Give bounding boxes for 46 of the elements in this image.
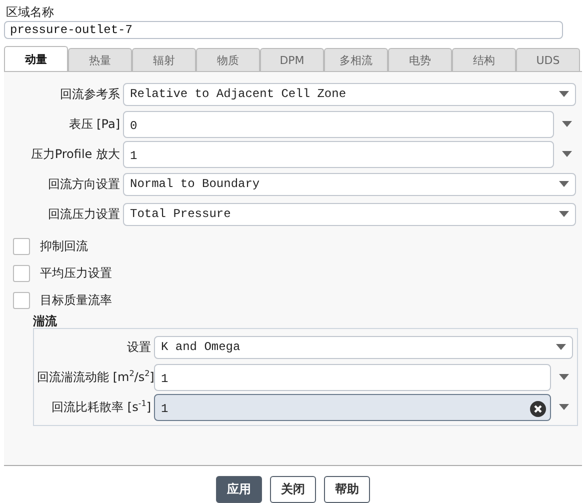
field-label: 回流比耗散率 [s$^{-1}$] xyxy=(50,398,151,416)
field-label: 压力Profile 放大 xyxy=(30,146,120,162)
dropdown-arrow-icon[interactable] xyxy=(559,374,569,380)
dialog-button[interactable]: 应用 xyxy=(216,476,262,503)
input-field[interactable]: 1 xyxy=(154,364,551,390)
dropdown-arrow-icon[interactable] xyxy=(559,211,569,217)
group-title: 湍流 xyxy=(33,314,58,328)
checkbox-label: 抑制回流 xyxy=(40,238,88,255)
input-field[interactable]: 0 xyxy=(123,110,554,138)
dropdown-arrow-icon[interactable] xyxy=(562,151,572,157)
tab[interactable]: 辐射 xyxy=(132,48,196,71)
tab[interactable]: 结构 xyxy=(452,48,516,71)
checkbox[interactable] xyxy=(13,292,30,309)
tab[interactable]: 动量 xyxy=(4,46,68,71)
tab[interactable]: 电势 xyxy=(388,48,452,71)
input-field[interactable]: 1 xyxy=(154,394,551,420)
dropdown-arrow-icon[interactable] xyxy=(562,121,572,127)
input-field[interactable]: 1 xyxy=(123,140,554,168)
field-label: 表压 [Pa] xyxy=(68,116,120,132)
dropdown-arrow-icon[interactable] xyxy=(559,181,569,187)
zone-name-field[interactable]: pressure-outlet-7 xyxy=(4,21,563,39)
tab[interactable]: DPM xyxy=(260,48,324,71)
checkbox[interactable] xyxy=(13,238,30,255)
dropdown-arrow-icon[interactable] xyxy=(559,404,569,410)
field-label: 回流参考系 xyxy=(59,86,120,102)
checkbox-label: 平均压力设置 xyxy=(40,265,112,282)
checkbox[interactable] xyxy=(13,265,30,282)
tab[interactable]: 物质 xyxy=(196,48,260,71)
dropdown[interactable]: Normal to Boundary xyxy=(123,172,576,196)
dialog-button[interactable]: 关闭 xyxy=(270,476,316,503)
dropdown-arrow-icon[interactable] xyxy=(556,344,566,350)
clear-icon[interactable] xyxy=(530,400,546,416)
field-label: 设置 xyxy=(126,338,151,356)
dropdown[interactable]: Relative to Adjacent Cell Zone xyxy=(123,82,576,106)
zone-name-label: 区域名称 xyxy=(6,4,55,20)
tab[interactable]: UDS xyxy=(516,48,580,71)
dropdown[interactable]: Total Pressure xyxy=(123,202,576,226)
field-label: 回流湍流动能 [m$^{2}$/s$^{2}$] xyxy=(37,368,151,386)
checkbox-label: 目标质量流率 xyxy=(40,292,112,309)
field-label: 回流方向设置 xyxy=(47,176,120,192)
dialog-button[interactable]: 帮助 xyxy=(324,476,370,503)
dropdown[interactable]: K and Omega xyxy=(154,336,573,358)
tab[interactable]: 热量 xyxy=(68,48,132,71)
dropdown-arrow-icon[interactable] xyxy=(559,91,569,97)
field-label: 回流压力设置 xyxy=(47,206,120,222)
tab[interactable]: 多相流 xyxy=(324,48,388,71)
